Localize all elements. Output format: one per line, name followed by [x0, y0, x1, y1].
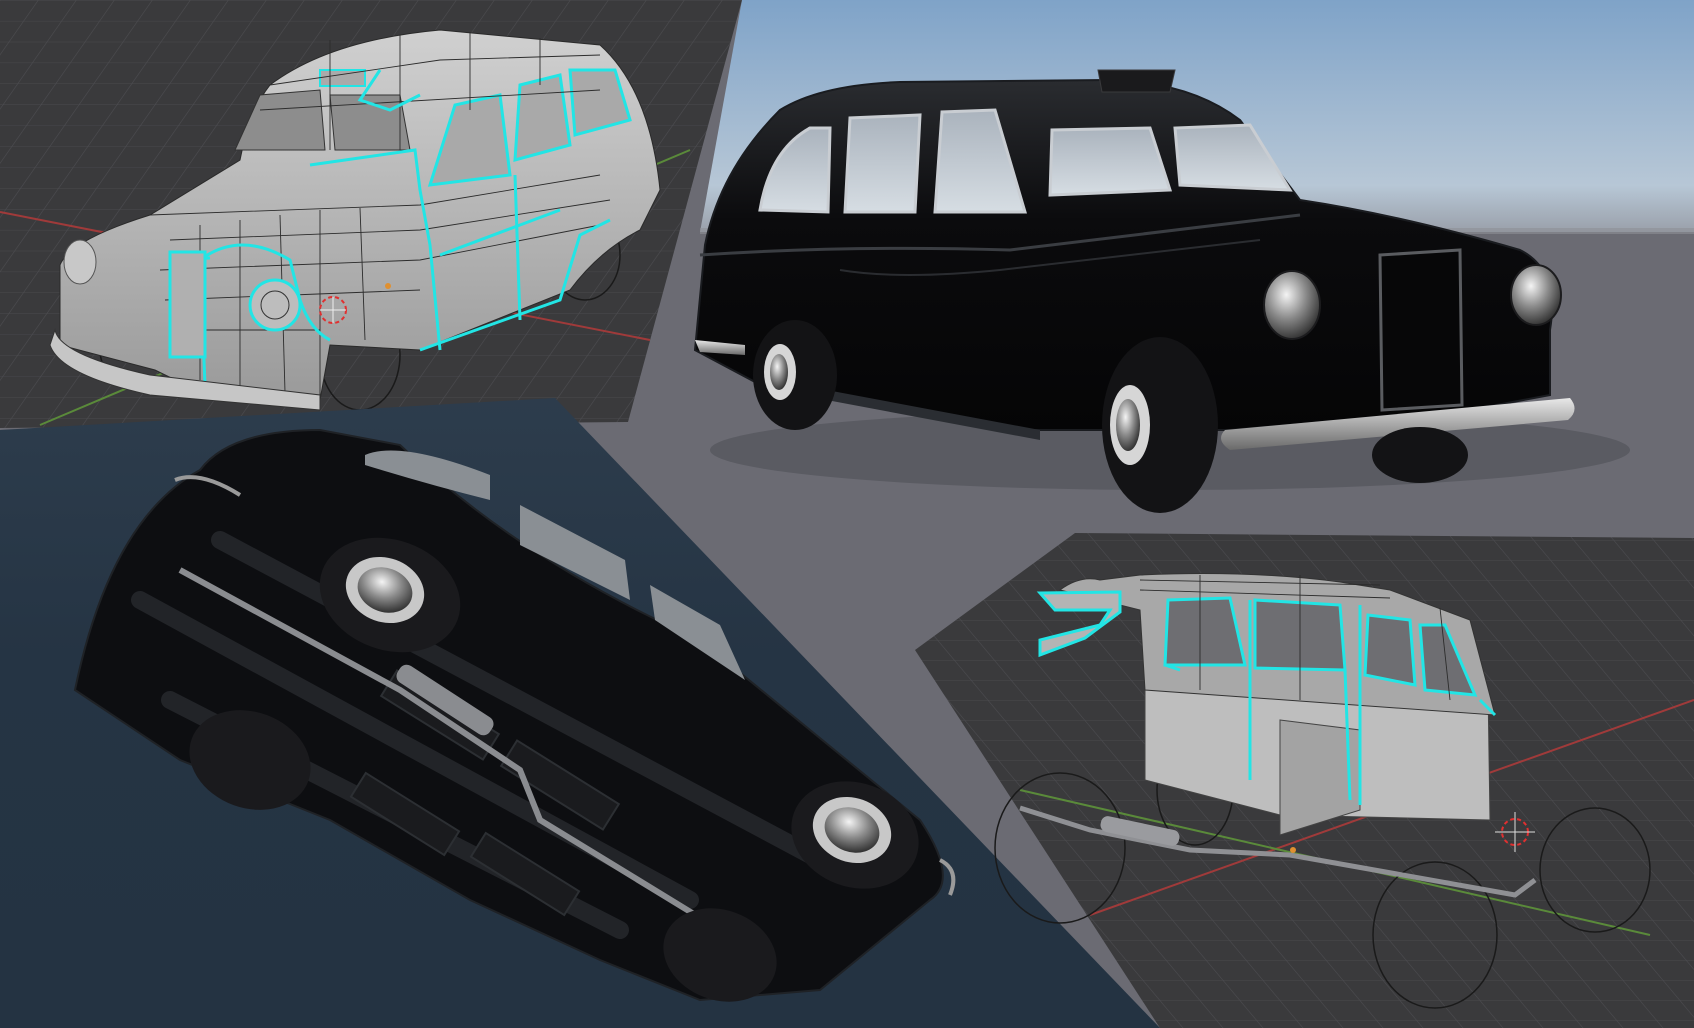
front-door-window	[1048, 126, 1173, 197]
headlight-mesh	[248, 278, 302, 332]
taxi-roof-sign	[1097, 69, 1176, 93]
origin-dot-icon-2	[1290, 847, 1296, 853]
front-wheel	[1102, 337, 1218, 513]
wireframe-front-panel	[0, 0, 742, 428]
rear-wheel	[753, 320, 837, 430]
taxi-model-collage	[0, 0, 1694, 1028]
front-right-wheel	[1372, 427, 1468, 483]
radiator-grille	[1378, 248, 1464, 412]
headlight-right	[1510, 264, 1562, 326]
3d-cursor-icon	[319, 296, 347, 324]
rear-door-window	[843, 113, 922, 214]
headlight-left	[1263, 270, 1321, 340]
origin-dot-icon	[385, 283, 391, 289]
